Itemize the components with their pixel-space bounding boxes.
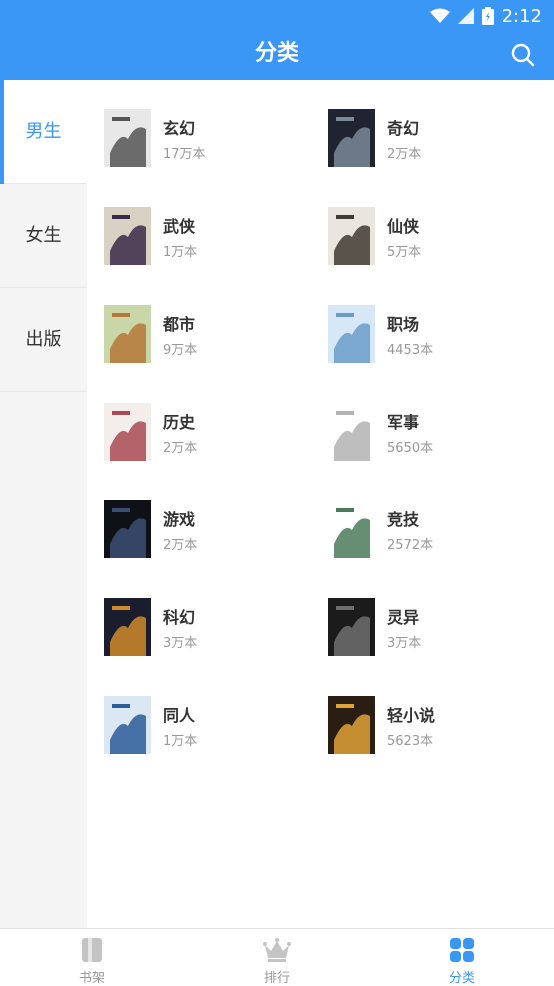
sidebar-item-male[interactable]: 男生 — [0, 80, 87, 184]
category-name: 军事 — [387, 413, 420, 432]
bottom-nav: 书架 排行 分类 — [0, 928, 554, 986]
category-item-lingyi[interactable]: 灵异 3万本 — [328, 598, 548, 658]
book-cover — [104, 207, 151, 265]
category-name: 历史 — [163, 413, 196, 432]
sidebar-item-publish[interactable]: 出版 — [0, 288, 87, 392]
status-icons: 2:12 — [429, 4, 542, 28]
nav-label: 排行 — [263, 971, 290, 986]
category-name: 同人 — [163, 706, 196, 725]
category-name: 奇幻 — [387, 119, 420, 138]
category-count: 5650本 — [387, 441, 434, 456]
crown-icon — [263, 938, 291, 962]
book-cover — [328, 109, 375, 167]
page-title: 分类 — [254, 41, 299, 66]
book-cover — [328, 403, 375, 461]
category-name: 职场 — [387, 315, 420, 334]
signal-icon — [457, 8, 474, 24]
category-count: 1万本 — [163, 245, 198, 260]
category-item-junshi[interactable]: 军事 5650本 — [328, 403, 548, 463]
category-name: 灵异 — [387, 608, 420, 627]
category-grid: 玄幻 17万本 奇幻 2万本 武侠 1万本 仙侠 5万本 都市 9万本 职场 4… — [87, 80, 554, 928]
wifi-icon — [429, 8, 450, 23]
category-count: 2万本 — [163, 441, 198, 456]
category-name: 仙侠 — [387, 217, 420, 236]
category-item-wuxia[interactable]: 武侠 1万本 — [104, 207, 324, 267]
category-count: 1万本 — [163, 734, 198, 749]
bookshelf-icon — [82, 938, 102, 962]
battery-icon — [481, 7, 494, 25]
category-item-qihuan[interactable]: 奇幻 2万本 — [328, 109, 548, 169]
category-name: 玄幻 — [163, 119, 196, 138]
book-cover — [328, 207, 375, 265]
category-name: 竞技 — [387, 510, 420, 529]
category-item-zhichang[interactable]: 职场 4453本 — [328, 305, 548, 365]
book-cover — [104, 109, 151, 167]
app-bar: 分类 — [0, 32, 554, 80]
book-cover — [104, 598, 151, 656]
book-cover — [104, 500, 151, 558]
book-cover — [328, 598, 375, 656]
category-count: 5623本 — [387, 734, 434, 749]
category-count: 2572本 — [387, 538, 434, 553]
category-count: 17万本 — [163, 147, 206, 162]
category-name: 武侠 — [163, 217, 196, 236]
book-cover — [104, 403, 151, 461]
book-cover — [328, 696, 375, 754]
category-count: 3万本 — [387, 636, 422, 651]
category-name: 都市 — [163, 315, 196, 334]
nav-label: 书架 — [78, 971, 105, 986]
category-count: 5万本 — [387, 245, 422, 260]
book-cover — [104, 696, 151, 754]
category-item-lishi[interactable]: 历史 2万本 — [104, 403, 324, 463]
category-item-xianxia[interactable]: 仙侠 5万本 — [328, 207, 548, 267]
book-cover — [328, 305, 375, 363]
nav-item-ranking[interactable]: 排行 — [185, 929, 369, 986]
grid-icon — [450, 938, 474, 962]
category-count: 4453本 — [387, 343, 434, 358]
book-cover — [104, 305, 151, 363]
category-sidebar: 男生 女生 出版 — [0, 80, 87, 928]
status-time: 2:12 — [501, 5, 542, 27]
category-item-jingji[interactable]: 竞技 2572本 — [328, 500, 548, 560]
category-count: 2万本 — [387, 147, 422, 162]
category-item-xuanhuan[interactable]: 玄幻 17万本 — [104, 109, 324, 169]
nav-label: 分类 — [448, 971, 475, 986]
category-name: 科幻 — [163, 608, 196, 627]
search-icon[interactable] — [510, 42, 536, 68]
book-cover — [328, 500, 375, 558]
sidebar-item-female[interactable]: 女生 — [0, 184, 87, 288]
category-item-dushi[interactable]: 都市 9万本 — [104, 305, 324, 365]
nav-item-bookshelf[interactable]: 书架 — [0, 929, 184, 986]
category-count: 3万本 — [163, 636, 198, 651]
category-item-tongren[interactable]: 同人 1万本 — [104, 696, 324, 756]
category-count: 2万本 — [163, 538, 198, 553]
nav-item-category[interactable]: 分类 — [370, 929, 554, 986]
category-item-kehuan[interactable]: 科幻 3万本 — [104, 598, 324, 658]
category-count: 9万本 — [163, 343, 198, 358]
category-name: 游戏 — [163, 510, 196, 529]
category-item-youxi[interactable]: 游戏 2万本 — [104, 500, 324, 560]
status-bar: 2:12 — [0, 0, 554, 32]
category-name: 轻小说 — [387, 706, 436, 725]
category-item-qingxiaoshuo[interactable]: 轻小说 5623本 — [328, 696, 548, 756]
